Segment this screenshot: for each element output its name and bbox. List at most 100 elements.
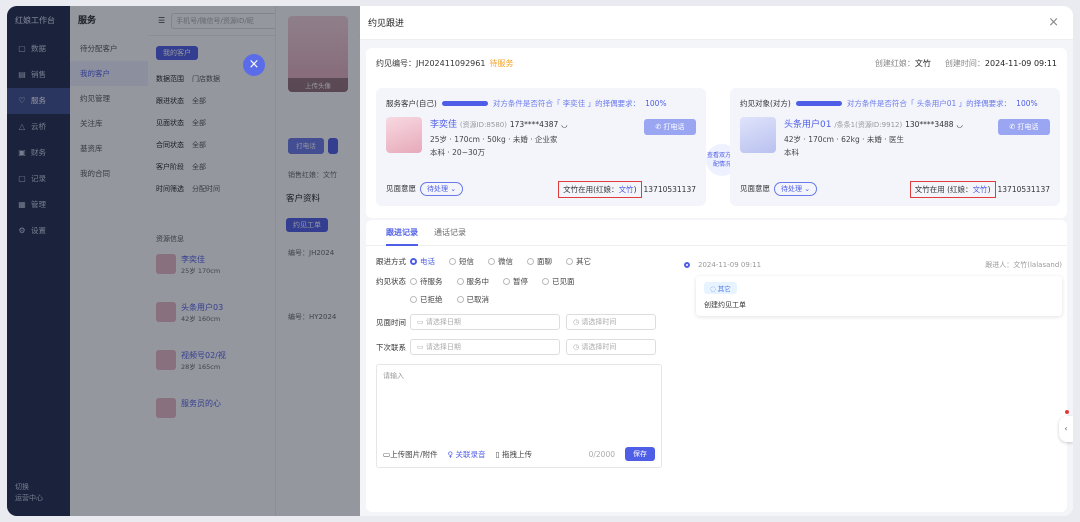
eye-icon[interactable]: ◡ [956,120,963,129]
creator-name: 文竹 [914,59,931,68]
radio-option[interactable]: 已拒绝 [410,294,443,305]
next-time-placeholder: 请选择时间 [581,343,617,351]
radio-option[interactable]: 其它 [566,256,591,267]
right-party-head: 约见对象(对方) 对方条件是否符合「 头条用户01 」的择偶要求： 100% [740,98,1050,109]
timeline-head: 2024-11-09 09:11 跟进人：文竹(lalasand) [684,260,1062,270]
left-party-head: 服务客户(自己) 对方条件是否符合「 李奕佳 」的择偶要求： 100% [386,98,696,109]
record-label: 关联录音 [455,449,486,459]
meeting-followup-drawer: 约见跟进 × 约见编号：JH202411092961 待服务 创建红娘：文竹 创建时… [360,6,1073,516]
next-contact-label: 下次联系 [376,342,406,352]
left-pending-label: 待处理 [427,185,448,193]
created-time: 2024-11-09 09:11 [984,59,1057,68]
chevron-down-icon: ⌄ [804,185,811,193]
close-drawer-button[interactable]: × [243,54,265,76]
upload-label: 上传图片/附件 [390,449,438,459]
char-count: 0/2000 [588,449,615,459]
left-name-line: 李奕佳 (资源ID:8580) 173****4387 ◡ [430,117,568,130]
radio-option[interactable]: 面聊 [527,256,552,267]
left-owner-name[interactable]: 文竹 [619,185,634,194]
right-resource-id: /条条1(资源ID:9912) [834,121,903,129]
right-call-label: 打电话 [1017,123,1039,131]
right-party-card: 约见对象(对方) 对方条件是否符合「 头条用户01 」的择偶要求： 100% 头… [730,88,1060,206]
next-date-input[interactable]: ▭ 请选择日期 [410,339,560,355]
right-party-foot: 见面意愿 待处理 ⌄ 文竹在用 (红娘：文竹) 13710531137 [740,180,1051,198]
timeline-tag-label: 其它 [717,285,731,293]
radio-label: 电话 [420,257,435,266]
left-profile-line2: 本科 · 20~30万 [430,148,486,157]
tab-followup-records[interactable]: 跟进记录 [386,220,418,246]
radio-option[interactable]: 电话 [410,256,435,267]
radio-label: 暂停 [513,277,528,286]
left-match-pct: 100% [645,99,667,108]
radio-option[interactable]: 短信 [449,256,474,267]
radio-option[interactable]: 暂停 [503,276,528,287]
save-button[interactable]: 保存 [625,447,655,461]
left-call-button[interactable]: ✆ 打电话 [644,119,696,135]
right-owner-close: ) [987,184,991,194]
right-profile-line2: 本科 [784,148,799,157]
radio-icon [542,278,549,285]
right-avatar[interactable] [740,117,776,153]
radio-label: 已取消 [466,295,490,304]
status-row: 约见状态 待服务 服务中 暂停 已见面 已拒绝 已取消 [376,276,676,305]
order-status: 待服务 [489,59,514,68]
left-phone: 173****4387 [509,120,559,129]
modal-overlay[interactable] [7,6,360,516]
drag-label: 拖拽上传 [502,449,533,459]
upload-attachment-button[interactable]: ▭上传图片/附件 [383,449,438,460]
order-number-text: 约见编号：JH202411092961 [376,59,486,68]
left-pending-select[interactable]: 待处理 ⌄ [420,182,464,196]
collapse-handle[interactable]: ‹ [1059,416,1073,442]
radio-icon [410,296,417,303]
left-owner-box: 文竹在用(红娘：文竹) [558,180,642,198]
radio-icon [456,278,464,285]
right-profile-line: 42岁 · 170cm · 62kg · 未婚 · 医生 [784,135,905,144]
calendar-icon: ▭ [417,343,426,351]
creator-label: 创建红娘： [874,59,915,68]
right-party-body: 头条用户01 /条条1(资源ID:9912) 130****3488 ◡ 42岁… [740,117,1050,158]
radio-label: 已见面 [552,277,575,286]
radio-label: 短信 [459,257,474,266]
followup-tabs: 跟进记录 通话记录 [366,220,1067,246]
timeline-time: 2024-11-09 09:11 [698,261,762,269]
radio-icon [527,258,534,265]
eye-icon[interactable]: ◡ [561,120,568,129]
right-call-button[interactable]: ✆ 打电话 [998,119,1050,135]
meet-time-input[interactable]: ◷ 请选择时间 [566,314,656,330]
drag-upload-button[interactable]: ▯ 拖拽上传 [496,449,533,460]
right-name[interactable]: 头条用户01 [784,120,831,130]
left-role: 服务客户(自己) [386,99,437,108]
calendar-icon: ▭ [417,318,426,326]
radio-icon [456,296,464,303]
right-owner-label: 文竹在用 (红娘： [914,184,973,194]
method-row: 跟进方式 电话 短信 微信 面聊 其它 [376,256,676,267]
tab-call-records[interactable]: 通话记录 [434,220,466,246]
left-owner-label: 文竹在用(红娘： [563,184,619,194]
left-profile-line: 25岁 · 170cm · 50kg · 未婚 · 企业家 [430,135,558,144]
right-phone: 130****3488 [905,120,954,129]
left-avatar[interactable] [386,117,422,153]
right-owner-phone: 13710531137 [997,184,1051,194]
radio-option[interactable]: 待服务 [410,276,443,287]
meet-time-row: 见面时间 ▭ 请选择日期 ◷ 请选择时间 [376,314,676,330]
right-name-line: 头条用户01 /条条1(资源ID:9912) 130****3488 ◡ [784,117,963,130]
radio-option[interactable]: 服务中 [456,276,489,287]
radio-option[interactable]: 微信 [488,256,513,267]
next-time-input[interactable]: ◷ 请选择时间 [566,339,656,355]
meet-date-input[interactable]: ▭ 请选择日期 [410,314,560,330]
left-meet-label: 见面意愿 [386,184,416,193]
link-recording-button[interactable]: ♀ 关联录音 [448,449,486,460]
meeting-info-card: 约见编号：JH202411092961 待服务 创建红娘：文竹 创建时间：2024-… [366,48,1067,218]
left-name[interactable]: 李奕佳 [430,120,457,130]
order-meta: 创建红娘：文竹 创建时间：2024-11-09 09:11 [875,58,1057,69]
radio-option[interactable]: 已见面 [542,276,575,287]
right-pending-select[interactable]: 待处理 ⌄ [774,182,818,196]
close-icon[interactable]: × [1048,15,1059,30]
radio-option[interactable]: 已取消 [456,294,490,305]
left-party-foot: 见面意愿 待处理 ⌄ 文竹在用(红娘：文竹) 13710531137 [386,180,696,198]
timeline-dot [684,262,690,268]
left-owner-close: ) [633,184,637,194]
followup-textarea[interactable]: 请输入 ▭上传图片/附件 ♀ 关联录音 ▯ 拖拽上传 0/2000 保存 [376,364,662,468]
right-owner-name[interactable]: 文竹 [973,185,988,194]
followup-form: 跟进方式 电话 短信 微信 面聊 其它 约见状态 待服务 服务中 暂停 已见面 已拒绝 已取消 … [376,256,676,468]
